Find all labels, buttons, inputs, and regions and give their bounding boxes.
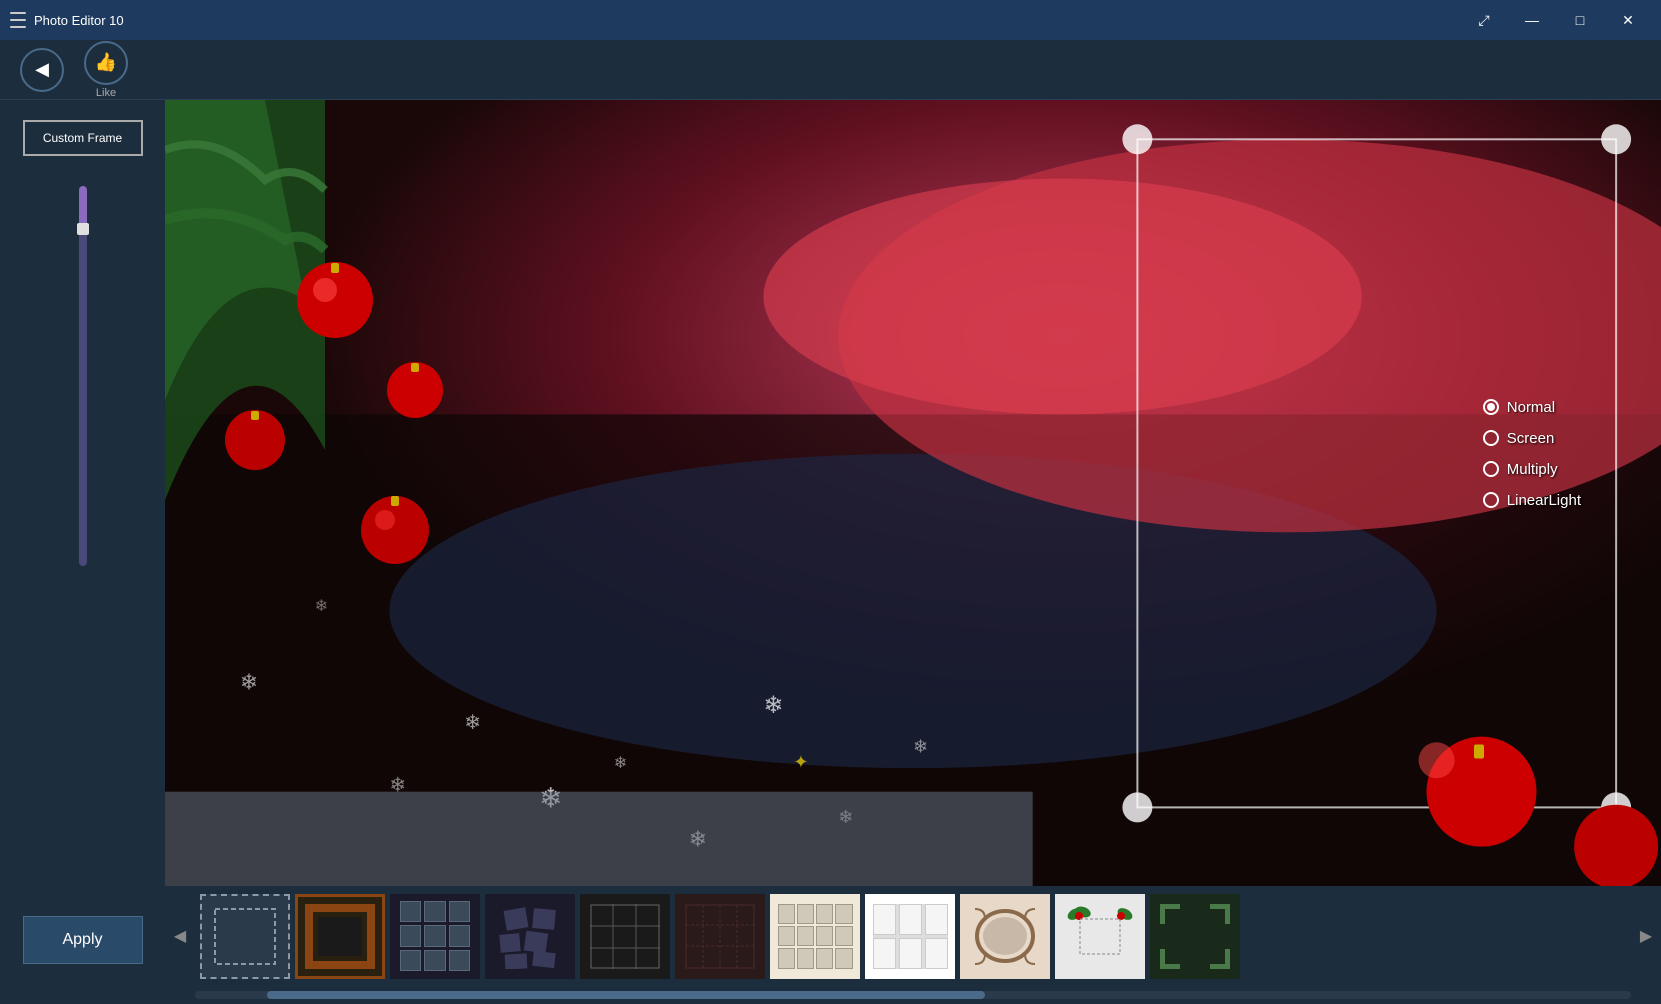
main-image: ❄ ❄ ❄ ❄ ❄ ❄ ❄ ❄ ❄ ❄ ✦ (165, 100, 1661, 886)
back-button[interactable]: ◀ (20, 48, 64, 92)
frame-thumb-1[interactable] (200, 894, 290, 979)
svg-text:❄: ❄ (763, 692, 783, 719)
blend-label-multiply: Multiply (1507, 461, 1558, 478)
frame-thumb-5[interactable] (580, 894, 670, 979)
frame-thumb-3[interactable] (390, 894, 480, 979)
main-container: ◀ 👍 Like Custom Frame Apply (0, 40, 1661, 1004)
window-controls: ⤢ — □ ✕ (1461, 5, 1651, 35)
custom-frame-button[interactable]: Custom Frame (23, 120, 143, 156)
scroll-left-button[interactable]: ◀ (165, 894, 195, 979)
blend-label-linearlight: LinearLight (1507, 492, 1581, 509)
frame-thumb-7[interactable] (770, 894, 860, 979)
frames-strip: ◀ (165, 886, 1661, 986)
svg-text:✦: ✦ (793, 752, 808, 772)
svg-text:❄: ❄ (614, 755, 627, 772)
top-toolbar: ◀ 👍 Like (0, 40, 1661, 100)
svg-text:❄: ❄ (464, 712, 481, 734)
svg-text:❄: ❄ (913, 736, 928, 756)
content-area: Custom Frame Apply (0, 100, 1661, 1004)
blend-radio-multiply (1483, 461, 1499, 477)
expand-button[interactable]: ⤢ (1461, 5, 1507, 35)
blend-radio-normal (1483, 399, 1499, 415)
frame-thumb-4[interactable] (485, 894, 575, 979)
title-bar: Photo Editor 10 ⤢ — □ ✕ (0, 0, 1661, 40)
scrollbar-area (165, 986, 1661, 1004)
blend-label-normal: Normal (1507, 399, 1555, 416)
scrollbar-track[interactable] (195, 991, 1631, 999)
close-button[interactable]: ✕ (1605, 5, 1651, 35)
image-area: ❄ ❄ ❄ ❄ ❄ ❄ ❄ ❄ ❄ ❄ ✦ (165, 100, 1661, 1004)
blend-option-linearlight[interactable]: LinearLight (1483, 492, 1581, 509)
maximize-button[interactable]: □ (1557, 5, 1603, 35)
blend-option-screen[interactable]: Screen (1483, 430, 1581, 447)
scroll-right-button[interactable]: ▶ (1631, 894, 1661, 979)
app-title: Photo Editor 10 (34, 13, 1453, 28)
blend-radio-screen (1483, 430, 1499, 446)
frame-thumb-6[interactable] (675, 894, 765, 979)
svg-text:❄: ❄ (240, 670, 258, 695)
scrollbar-thumb[interactable] (267, 991, 985, 999)
blend-label-screen: Screen (1507, 430, 1555, 447)
minimize-button[interactable]: — (1509, 5, 1555, 35)
frame-thumb-9[interactable] (960, 894, 1050, 979)
frame-thumb-10[interactable] (1055, 894, 1145, 979)
left-panel: Custom Frame Apply (0, 100, 165, 1004)
svg-text:❄: ❄ (315, 598, 328, 615)
frames-scroll (195, 894, 1631, 979)
like-label: Like (96, 87, 116, 99)
back-icon: ◀ (35, 59, 49, 80)
blend-option-normal[interactable]: Normal (1483, 399, 1581, 416)
frame-thumb-2[interactable] (295, 894, 385, 979)
frame-thumb-8[interactable] (865, 894, 955, 979)
like-container: 👍 Like (84, 41, 128, 99)
like-icon: 👍 (95, 52, 117, 73)
blend-options: Normal Screen Multiply LinearLight (1483, 399, 1581, 509)
hamburger-menu[interactable] (10, 12, 26, 28)
like-button[interactable]: 👍 (84, 41, 128, 85)
blend-radio-linearlight (1483, 492, 1499, 508)
canvas-area: ❄ ❄ ❄ ❄ ❄ ❄ ❄ ❄ ❄ ❄ ✦ (165, 100, 1661, 886)
frame-thumb-11[interactable] (1150, 894, 1240, 979)
slider-container (79, 176, 87, 896)
apply-button[interactable]: Apply (23, 916, 143, 964)
blend-option-multiply[interactable]: Multiply (1483, 461, 1581, 478)
opacity-slider[interactable] (79, 186, 87, 566)
